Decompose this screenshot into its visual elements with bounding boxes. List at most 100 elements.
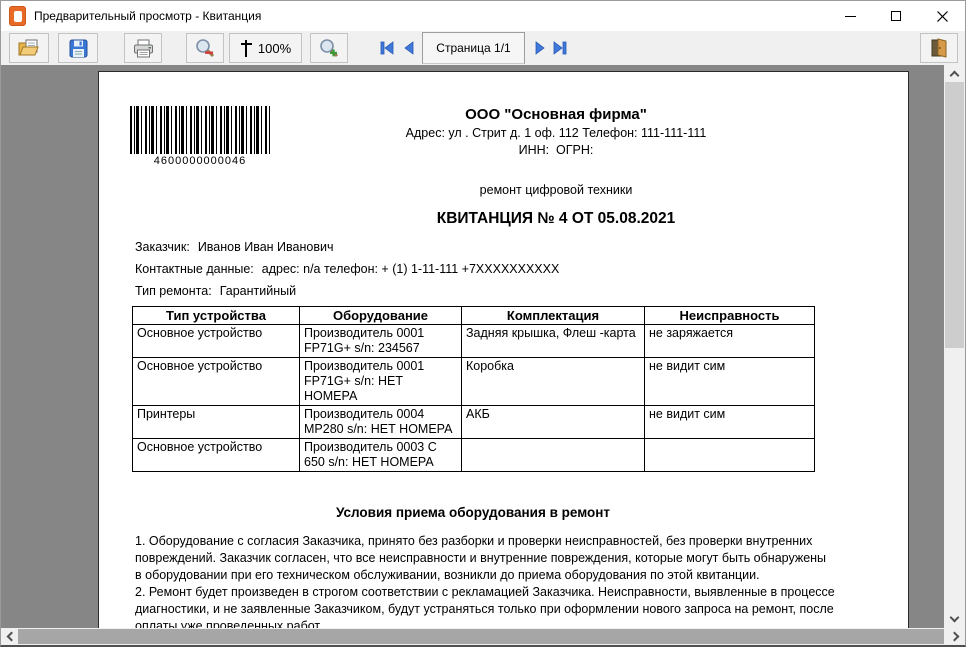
cell-equipment: Производитель 0004 MP280 s/n: НЕТ НОМЕРА bbox=[299, 405, 462, 439]
cell-accessories: Задняя крышка, Флеш -карта bbox=[461, 324, 645, 358]
contacts-label: Контактные данные: bbox=[135, 262, 254, 276]
window-title: Предварительный просмотр - Квитанция bbox=[34, 9, 262, 23]
receipt-header: 4600000000046 ООО "Основная фирма" Адрес… bbox=[99, 72, 908, 228]
close-button[interactable] bbox=[919, 1, 965, 31]
preview-content-area: 4600000000046 ООО "Основная фирма" Адрес… bbox=[1, 65, 965, 628]
open-folder-icon bbox=[18, 39, 39, 56]
customer-value: Иванов Иван Иванович bbox=[197, 240, 334, 254]
customer-line: Заказчик: Иванов Иван Иванович bbox=[135, 240, 908, 254]
zoom-in-button[interactable] bbox=[310, 33, 348, 63]
table-row: Основное устройство Производитель 0001 F… bbox=[132, 324, 815, 358]
table-row: Основное устройство Производитель 0001 F… bbox=[132, 357, 815, 406]
horizontal-scrollbar-track[interactable] bbox=[18, 628, 948, 645]
chevron-up-icon bbox=[949, 70, 960, 81]
scroll-down-button[interactable] bbox=[944, 611, 965, 628]
exit-button[interactable] bbox=[920, 33, 958, 63]
magnifier-plus-icon bbox=[320, 39, 339, 58]
company-address: Адрес: ул . Стрит д. 1 оф. 112 Телефон: … bbox=[405, 126, 707, 140]
maximize-button[interactable] bbox=[873, 1, 919, 31]
titlebar: Предварительный просмотр - Квитанция bbox=[1, 1, 965, 31]
cell-device-type: Основное устройство bbox=[132, 438, 300, 472]
terms-paragraph-2: 2. Ремонт будет произведен в строгом соо… bbox=[135, 585, 835, 628]
cell-equipment: Производитель 0001 FP71G+ s/n: НЕТ НОМЕР… bbox=[299, 357, 462, 406]
order-info: Заказчик: Иванов Иван Иванович Контактные… bbox=[135, 240, 908, 298]
repair-type-line: Тип ремонта: Гарантийный bbox=[135, 284, 908, 298]
minimize-button[interactable] bbox=[827, 1, 873, 31]
cell-device-type: Основное устройство bbox=[132, 357, 300, 406]
terms-text: 1. Оборудование с согласия Заказчика, пр… bbox=[135, 533, 835, 628]
receipt-title: КВИТАНЦИЯ № 4 ОТ 05.08.2021 bbox=[436, 210, 676, 227]
cell-malfunction: не заряжается bbox=[644, 324, 815, 358]
cell-equipment: Производитель 0003 C 650 s/n: НЕТ НОМЕРА bbox=[299, 438, 462, 472]
scroll-left-button[interactable] bbox=[1, 628, 18, 645]
last-page-icon bbox=[553, 41, 566, 55]
last-page-button[interactable] bbox=[551, 36, 568, 60]
print-button[interactable] bbox=[124, 33, 162, 63]
terms-paragraph-1: 1. Оборудование с согласия Заказчика, пр… bbox=[135, 534, 827, 582]
col-malfunction: Неисправность bbox=[644, 306, 815, 325]
cell-malfunction bbox=[644, 438, 815, 472]
previous-page-icon bbox=[403, 41, 413, 55]
col-device-type: Тип устройства bbox=[132, 306, 300, 325]
save-button[interactable] bbox=[58, 33, 98, 63]
cell-device-type: Принтеры bbox=[132, 405, 300, 439]
cell-accessories bbox=[461, 438, 645, 472]
first-page-button[interactable] bbox=[378, 36, 395, 60]
cell-device-type: Основное устройство bbox=[132, 324, 300, 358]
customer-label: Заказчик: bbox=[135, 240, 190, 254]
preview-canvas: 4600000000046 ООО "Основная фирма" Адрес… bbox=[1, 65, 944, 628]
cell-malfunction: не видит сим bbox=[644, 405, 815, 439]
print-preview-window: Предварительный просмотр - Квитанция 100… bbox=[0, 0, 966, 647]
open-button[interactable] bbox=[9, 33, 49, 63]
window-controls bbox=[827, 1, 965, 31]
minimize-icon bbox=[844, 15, 856, 17]
col-accessories: Комплектация bbox=[461, 306, 645, 325]
contacts-value: адрес: n/a телефон: + (1) 1-11-111 +7XXX… bbox=[261, 262, 560, 276]
repair-type-label: Тип ремонта: bbox=[135, 284, 212, 298]
vertical-scrollbar-thumb[interactable] bbox=[945, 82, 964, 348]
cell-accessories: АКБ bbox=[461, 405, 645, 439]
scale-display[interactable]: 100% bbox=[229, 33, 302, 63]
barcode-number: 4600000000046 bbox=[153, 155, 247, 167]
contacts-line: Контактные данные: адрес: n/a телефон: + … bbox=[135, 262, 908, 276]
cell-equipment: Производитель 0001 FP71G+ s/n: 234567 bbox=[299, 324, 462, 358]
next-page-button[interactable] bbox=[531, 36, 548, 60]
zoom-level: 100% bbox=[257, 40, 292, 56]
first-page-icon bbox=[380, 41, 393, 55]
chevron-right-icon bbox=[949, 631, 960, 642]
magnifier-minus-icon bbox=[196, 39, 215, 58]
horizontal-scrollbar[interactable] bbox=[1, 628, 965, 645]
close-icon bbox=[936, 10, 948, 22]
repair-type-value: Гарантийный bbox=[219, 284, 297, 298]
toolbar: 100% Страница 1/1 bbox=[1, 31, 965, 65]
printer-icon bbox=[133, 39, 153, 57]
chevron-down-icon bbox=[949, 612, 960, 623]
service-line: ремонт цифровой техники bbox=[479, 183, 633, 197]
barcode-image bbox=[130, 106, 270, 154]
table-row: Основное устройство Производитель 0003 C… bbox=[132, 438, 815, 472]
table-row: Принтеры Производитель 0004 MP280 s/n: Н… bbox=[132, 405, 815, 439]
chevron-left-icon bbox=[6, 631, 17, 642]
open-door-icon bbox=[931, 38, 947, 58]
previous-page-button[interactable] bbox=[400, 36, 417, 60]
barcode-block: 4600000000046 bbox=[130, 106, 270, 228]
receipt-page: 4600000000046 ООО "Основная фирма" Адрес… bbox=[98, 71, 909, 628]
page-indicator[interactable]: Страница 1/1 bbox=[422, 32, 525, 64]
terms-title: Условия приема оборудования в ремонт bbox=[335, 505, 611, 520]
zoom-out-button[interactable] bbox=[186, 33, 224, 63]
maximize-icon bbox=[891, 11, 901, 21]
col-equipment: Оборудование bbox=[299, 306, 462, 325]
scroll-up-button[interactable] bbox=[944, 65, 965, 82]
table-header-row: Тип устройства Оборудование Комплектация… bbox=[132, 306, 815, 325]
company-block: ООО "Основная фирма" Адрес: ул . Стрит д… bbox=[270, 106, 842, 228]
vertical-scrollbar[interactable] bbox=[944, 65, 965, 628]
horizontal-scrollbar-thumb[interactable] bbox=[18, 629, 944, 644]
scroll-right-button[interactable] bbox=[948, 628, 965, 645]
company-requisites: ИНН: ОГРН: bbox=[518, 143, 594, 157]
floppy-disk-icon bbox=[69, 39, 87, 57]
next-page-icon bbox=[535, 41, 545, 55]
cell-accessories: Коробка bbox=[461, 357, 645, 406]
ruler-icon bbox=[240, 39, 252, 57]
company-name: ООО "Основная фирма" bbox=[465, 106, 647, 123]
cell-malfunction: не видит сим bbox=[644, 357, 815, 406]
